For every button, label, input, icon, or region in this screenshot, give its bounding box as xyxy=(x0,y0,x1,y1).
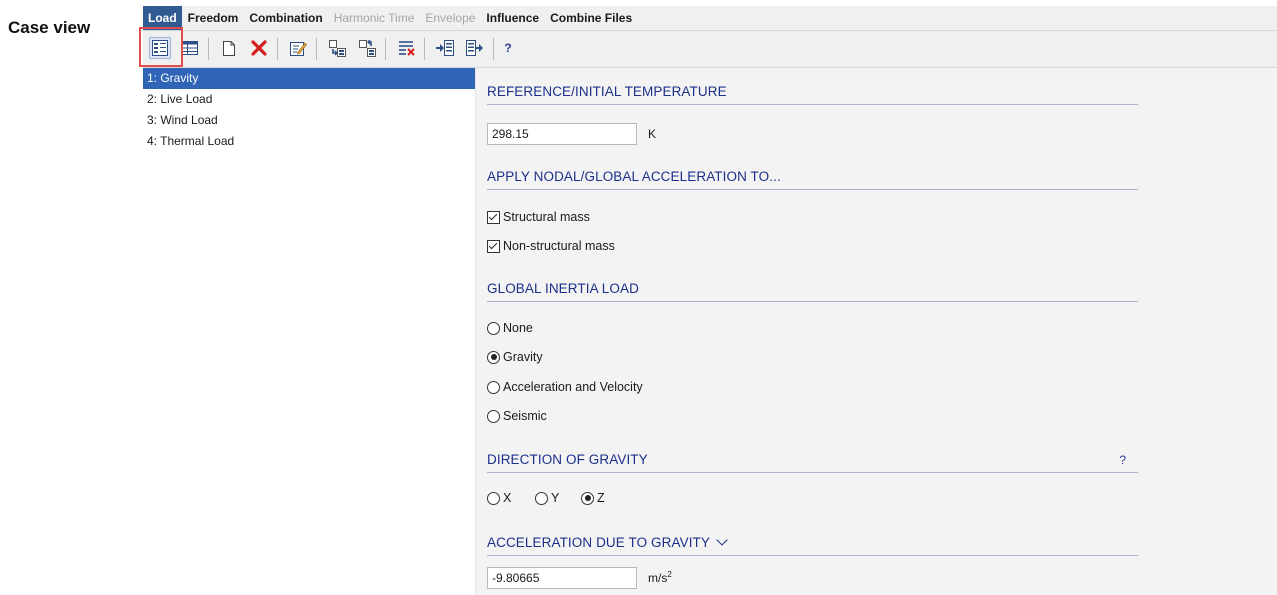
acceleration-apply-header: APPLY NODAL/GLOBAL ACCELERATION TO... xyxy=(487,167,1138,190)
chevron-down-icon[interactable] xyxy=(716,534,728,546)
help-icon: ? xyxy=(504,41,512,55)
help-button[interactable]: ? xyxy=(500,37,516,59)
toolbar-separator xyxy=(277,38,278,60)
inertia-gravity-radio[interactable]: Gravity xyxy=(487,350,543,364)
toolbar: ? xyxy=(143,31,1277,68)
copy-case-button[interactable] xyxy=(326,37,348,59)
radio-selected-icon xyxy=(487,350,500,364)
acceleration-unit-base: m/s xyxy=(648,571,668,585)
gravity-direction-header: DIRECTION OF GRAVITY ? xyxy=(487,450,1138,473)
gravity-direction-help-icon[interactable]: ? xyxy=(1119,453,1126,467)
tab-envelope: Envelope xyxy=(425,11,476,25)
section-title: GLOBAL INERTIA LOAD xyxy=(487,281,639,296)
section-title: ACCELERATION DUE TO GRAVITY xyxy=(487,534,728,550)
checkbox-checked-icon xyxy=(487,210,500,224)
section-title: APPLY NODAL/GLOBAL ACCELERATION TO... xyxy=(487,169,781,184)
tab-harmonic-time: Harmonic Time xyxy=(333,11,415,25)
new-document-icon xyxy=(223,40,235,56)
radio-unselected-icon xyxy=(487,321,500,335)
checkbox-label: Structural mass xyxy=(503,210,590,224)
export-button[interactable] xyxy=(464,37,486,59)
toolbar-separator xyxy=(493,38,494,60)
radio-label: Z xyxy=(597,491,605,505)
gravity-acceleration-header: ACCELERATION DUE TO GRAVITY xyxy=(487,533,1138,556)
case-list: 1: Gravity 2: Live Load 3: Wind Load 4: … xyxy=(143,68,476,595)
tab-influence[interactable]: Influence xyxy=(481,6,544,30)
checkbox-checked-icon xyxy=(487,239,500,253)
export-icon xyxy=(466,40,483,56)
inertia-seismic-radio[interactable]: Seismic xyxy=(487,409,547,423)
radio-label: None xyxy=(503,321,533,335)
case-view-caption: Case view xyxy=(8,18,91,37)
checkbox-label: Non-structural mass xyxy=(503,239,615,253)
edit-icon xyxy=(289,41,307,56)
radio-label: Y xyxy=(551,491,560,505)
gravity-direction-y-radio[interactable]: Y xyxy=(535,491,559,505)
gravity-direction-z-radio[interactable]: Z xyxy=(581,491,605,505)
case-list-item[interactable]: 3: Wind Load xyxy=(143,110,475,131)
copy-case-icon xyxy=(328,39,346,57)
section-title: REFERENCE/INITIAL TEMPERATURE xyxy=(487,84,727,99)
case-list-item[interactable]: 4: Thermal Load xyxy=(143,131,475,152)
section-title: DIRECTION OF GRAVITY xyxy=(487,452,648,467)
inertia-acceleration-velocity-radio[interactable]: Acceleration and Velocity xyxy=(487,380,643,394)
case-list-item[interactable]: 2: Live Load xyxy=(143,89,475,110)
delete-case-button[interactable] xyxy=(248,37,270,59)
gravity-direction-x-radio[interactable]: X xyxy=(487,491,511,505)
table-view-icon xyxy=(182,41,198,55)
load-case-editor: Load Freedom Combination Harmonic Time E… xyxy=(143,6,1277,595)
reference-temperature-header: REFERENCE/INITIAL TEMPERATURE xyxy=(487,82,1138,105)
radio-label: Acceleration and Velocity xyxy=(503,380,643,394)
tab-combine-files[interactable]: Combine Files xyxy=(545,6,637,30)
case-list-item[interactable]: 1: Gravity xyxy=(143,68,475,89)
radio-label: X xyxy=(503,491,512,505)
inertia-none-radio[interactable]: None xyxy=(487,321,533,335)
reference-temperature-input[interactable] xyxy=(487,123,637,145)
tab-freedom[interactable]: Freedom xyxy=(183,6,244,30)
toolbar-separator xyxy=(208,38,209,60)
global-inertia-header: GLOBAL INERTIA LOAD xyxy=(487,279,1138,302)
toolbar-separator xyxy=(424,38,425,60)
acceleration-unit-exponent: 2 xyxy=(667,570,672,579)
radio-unselected-icon xyxy=(535,491,548,505)
temperature-unit: K xyxy=(648,127,657,141)
paste-case-button[interactable] xyxy=(356,37,378,59)
radio-unselected-icon xyxy=(487,380,500,394)
edit-case-button[interactable] xyxy=(287,37,309,59)
toolbar-separator xyxy=(316,38,317,60)
tab-bar: Load Freedom Combination Harmonic Time E… xyxy=(143,6,1277,31)
radio-unselected-icon xyxy=(487,409,500,423)
radio-unselected-icon xyxy=(487,491,500,505)
gravity-acceleration-title: ACCELERATION DUE TO GRAVITY xyxy=(487,535,710,550)
paste-case-icon xyxy=(358,39,376,57)
acceleration-unit: m/s2 xyxy=(648,570,672,585)
radio-label: Gravity xyxy=(503,350,543,364)
radio-selected-icon xyxy=(581,491,594,505)
tab-combination[interactable]: Combination xyxy=(244,6,327,30)
non-structural-mass-checkbox[interactable]: Non-structural mass xyxy=(487,239,615,253)
case-properties-panel: REFERENCE/INITIAL TEMPERATURE K APPLY NO… xyxy=(476,68,1277,595)
radio-label: Seismic xyxy=(503,409,547,423)
new-case-button[interactable] xyxy=(218,37,240,59)
gravity-acceleration-input[interactable] xyxy=(487,567,637,589)
structural-mass-checkbox[interactable]: Structural mass xyxy=(487,210,590,224)
import-button[interactable] xyxy=(434,37,456,59)
clear-button[interactable] xyxy=(395,37,417,59)
delete-icon xyxy=(251,40,267,56)
case-view-highlight-box xyxy=(139,27,183,67)
toolbar-separator xyxy=(385,38,386,60)
clear-icon xyxy=(398,40,415,56)
import-icon xyxy=(436,40,454,56)
